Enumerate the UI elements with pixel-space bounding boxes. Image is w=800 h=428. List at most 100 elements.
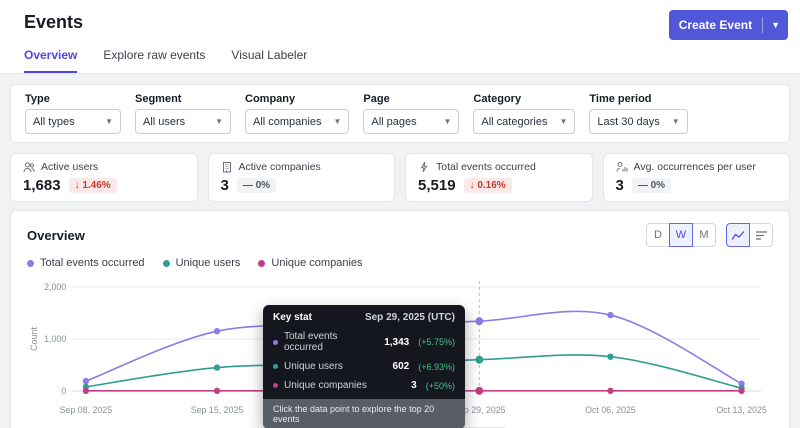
series-dot <box>273 339 278 345</box>
filter-page-select[interactable]: All pages ▼ <box>363 109 460 134</box>
tab-explore-raw-events[interactable]: Explore raw events <box>103 48 205 73</box>
stat-label: Active users <box>41 161 99 173</box>
filter-segment-value: All users <box>143 115 186 128</box>
chart-type-toggle <box>726 223 773 247</box>
filter-type: Type All types ▼ <box>25 93 121 134</box>
filter-type-value: All types <box>33 115 75 128</box>
legend-item-unique-users[interactable]: Unique users <box>162 257 241 269</box>
create-event-button[interactable]: Create Event ▼ <box>668 10 788 40</box>
chart-area: 0 1,000 2,000 Sep 08, 2025 Sep 15, 2025 Sep 2… <box>27 273 773 428</box>
filter-page-label: Page <box>363 93 390 105</box>
stat-value: 1,683 <box>23 177 61 194</box>
stat-label: Active companies <box>238 161 321 173</box>
stat-card-avg-occurrences: Avg. occurrences per user 3 — 0% <box>602 153 790 202</box>
chevron-down-icon[interactable]: ▼ <box>763 20 788 30</box>
tooltip-row-change: (+50%) <box>425 380 455 391</box>
stat-value: 3 <box>615 177 624 194</box>
tooltip-row-label: Unique companies <box>284 380 367 391</box>
filter-company: Company All companies ▼ <box>245 93 350 134</box>
stat-delta-badge: ↓ 0.16% <box>463 178 512 193</box>
chevron-down-icon: ▼ <box>443 117 452 126</box>
building-icon <box>222 162 231 173</box>
filter-time-period-label: Time period <box>589 93 652 105</box>
filter-category-label: Category <box>473 93 522 105</box>
top-bar: Events Create Event ▼ <box>0 0 800 42</box>
filter-time-period-select[interactable]: Last 30 days ▼ <box>589 109 688 134</box>
bar-list-button[interactable] <box>749 223 773 247</box>
stat-delta-badge: — 0% <box>631 178 672 193</box>
granularity-week-button[interactable]: W <box>669 223 693 247</box>
tab-overview[interactable]: Overview <box>24 48 78 73</box>
legend-item-unique-companies[interactable]: Unique companies <box>258 257 363 269</box>
filter-category-select[interactable]: All categories ▼ <box>473 109 576 134</box>
tooltip-row-label: Total events occurred <box>284 331 338 353</box>
stat-value: 5,519 <box>418 177 456 194</box>
filter-type-label: Type <box>25 93 50 105</box>
stat-card-total-events: Total events occurred 5,519 ↓ 0.16% <box>405 153 593 202</box>
stat-label: Total events occurred <box>436 161 536 173</box>
filter-page: Page All pages ▼ <box>363 93 460 134</box>
legend-dot <box>162 259 170 267</box>
svg-text:0: 0 <box>61 386 66 396</box>
chevron-down-icon: ▼ <box>105 117 113 126</box>
chart-controls: D W M <box>646 223 773 247</box>
filter-category: Category All categories ▼ <box>473 93 576 134</box>
stat-value: 3 <box>220 177 229 194</box>
filter-time-period: Time period Last 30 days ▼ <box>589 93 688 134</box>
chevron-down-icon: ▼ <box>559 117 568 126</box>
filter-segment-select[interactable]: All users ▼ <box>135 109 231 134</box>
tooltip-row-unique-users: Unique users 602 (+6.93%) <box>263 357 465 376</box>
tooltip-footer: Click the data point to explore the top … <box>263 399 465 428</box>
tooltip-date: Sep 29, 2025 (UTC) <box>364 312 455 323</box>
filter-company-select[interactable]: All companies ▼ <box>245 109 350 134</box>
events-page: Events Create Event ▼ Overview Explore r… <box>0 0 800 428</box>
stat-delta-badge: — 0% <box>236 178 277 193</box>
legend-label: Total events occurred <box>40 257 145 269</box>
svg-text:2,000: 2,000 <box>44 282 66 292</box>
line-chart-button[interactable] <box>726 223 750 247</box>
filter-category-value: All categories <box>481 115 548 128</box>
page-title: Events <box>24 12 84 32</box>
filter-page-value: All pages <box>371 115 417 128</box>
svg-text:Sep 15, 2025: Sep 15, 2025 <box>191 405 244 415</box>
svg-text:Oct 13, 2025: Oct 13, 2025 <box>716 405 767 415</box>
chevron-down-icon: ▼ <box>333 117 342 126</box>
stat-card-active-users: Active users 1,683 ↓ 1.46% <box>10 153 198 202</box>
tab-visual-labeler[interactable]: Visual Labeler <box>231 48 307 73</box>
create-event-label: Create Event <box>678 18 753 32</box>
line-chart-icon <box>731 230 745 240</box>
users-icon <box>23 162 35 173</box>
legend-label: Unique users <box>175 257 241 269</box>
series-dot <box>273 383 278 388</box>
filter-segment: Segment All users ▼ <box>135 93 231 134</box>
svg-text:Oct 06, 2025: Oct 06, 2025 <box>585 405 636 415</box>
granularity-month-button[interactable]: M <box>692 223 716 247</box>
overview-panel: Overview D W M Total events occurred Uni… <box>10 210 790 428</box>
legend-item-total-events[interactable]: Total events occurred <box>27 257 145 269</box>
svg-text:1,000: 1,000 <box>44 334 66 344</box>
filter-company-value: All companies <box>253 115 322 128</box>
chart-tooltip: Key stat Sep 29, 2025 (UTC) Total events… <box>263 305 465 428</box>
tooltip-row-change: (+5.75%) <box>418 337 455 347</box>
chevron-down-icon: ▼ <box>671 117 680 126</box>
tooltip-title: Key stat <box>273 312 312 323</box>
tab-bar: Overview Explore raw events Visual Label… <box>0 42 800 74</box>
filter-time-period-value: Last 30 days <box>597 115 660 128</box>
legend-dot <box>27 259 34 267</box>
tooltip-row-value: 3 <box>411 380 417 391</box>
svg-text:Sep 08, 2025: Sep 08, 2025 <box>60 405 113 415</box>
tooltip-row-unique-companies: Unique companies 3 (+50%) <box>263 376 465 395</box>
filter-type-select[interactable]: All types ▼ <box>25 109 121 134</box>
bar-list-icon <box>755 230 767 240</box>
tooltip-row-value: 602 <box>392 361 410 372</box>
stat-label: Avg. occurrences per user <box>633 161 756 173</box>
filter-company-label: Company <box>245 93 296 105</box>
granularity-day-button[interactable]: D <box>646 223 670 247</box>
panel-title: Overview <box>27 227 85 243</box>
filter-segment-label: Segment <box>135 93 182 105</box>
svg-text:Count: Count <box>29 326 39 351</box>
tooltip-row-total-events: Total events occurred 1,343 (+5.75%) <box>263 327 465 357</box>
stat-cards: Active users 1,683 ↓ 1.46% Active compan… <box>10 153 790 202</box>
chevron-down-icon: ▼ <box>215 117 223 126</box>
granularity-toggle: D W M <box>646 223 716 247</box>
